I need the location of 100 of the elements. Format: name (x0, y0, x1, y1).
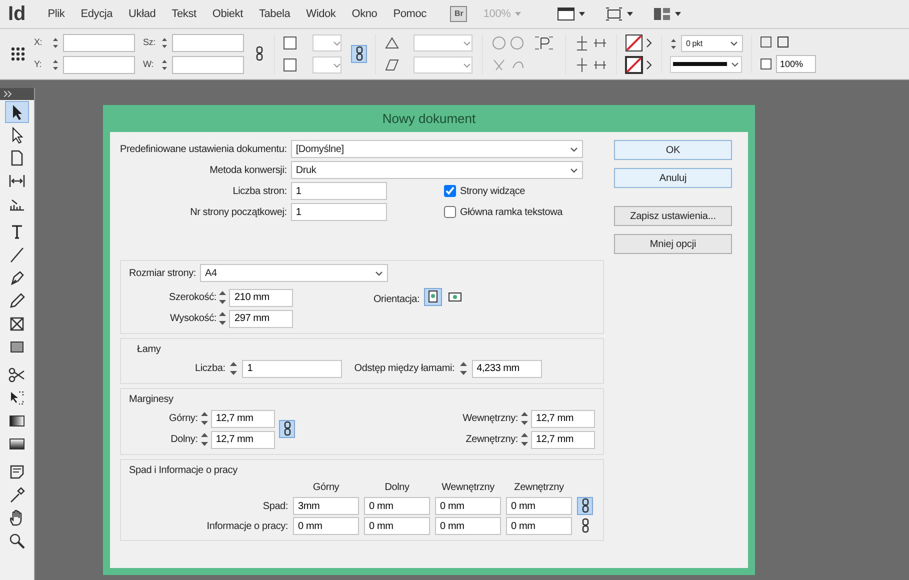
spinner-arrows[interactable] (161, 58, 168, 72)
opacity-field[interactable]: 100% (776, 55, 816, 73)
free-transform-icon[interactable] (8, 389, 26, 407)
spinner-arrows[interactable] (670, 36, 677, 50)
text-field[interactable]: 0 mm (506, 497, 572, 515)
number-field[interactable] (172, 34, 244, 52)
link-toggle[interactable] (278, 420, 295, 438)
search-icon[interactable] (8, 532, 26, 550)
collapse-icon[interactable] (4, 91, 12, 97)
field-label: Wewnętrzny: (462, 412, 518, 426)
menu-item[interactable]: Tekst (172, 6, 196, 22)
scale-icon[interactable] (283, 34, 343, 52)
screen-mode-icon[interactable] (556, 7, 575, 21)
fill-swatch-icon[interactable] (625, 34, 653, 52)
pencil-tool-icon[interactable] (8, 292, 26, 310)
text-field[interactable]: 0 mm (435, 517, 501, 535)
note-tool-icon[interactable] (8, 463, 26, 481)
number-field[interactable]: 12,7 mm (531, 430, 595, 448)
field-label: Dolny: (170, 433, 198, 447)
number-field[interactable]: 210 mm (229, 288, 294, 306)
column-header: Dolny (384, 481, 410, 495)
field-label: Y: (34, 58, 43, 72)
dialog-button[interactable]: Mniej opcji (614, 234, 732, 254)
field-label: Informacje o pracy: (206, 520, 288, 534)
text-field[interactable]: 0 mm (435, 497, 501, 515)
dialog-button[interactable]: Zapisz ustawienia... (614, 206, 732, 226)
caret-icon (514, 12, 521, 16)
stroke-type-dropdown[interactable] (670, 56, 742, 73)
menu-item[interactable]: Obiekt (212, 6, 243, 22)
line-tool-icon[interactable] (8, 246, 26, 264)
number-field[interactable]: 1 (290, 203, 387, 221)
stroke-weight-dropdown[interactable]: 0 pkt (681, 35, 743, 52)
view-options-icon[interactable] (604, 7, 623, 21)
link-toggle[interactable] (577, 497, 593, 515)
arrange-icon[interactable] (652, 7, 671, 21)
menu-item[interactable]: Edycja (80, 6, 113, 22)
group-legend: Marginesy (129, 394, 174, 405)
opacity-icon (760, 58, 772, 70)
number-field[interactable]: 12,7 mm (210, 410, 275, 428)
chevron-icon (570, 146, 578, 152)
checkbox-text: Główna ramka tekstowa (460, 206, 563, 220)
number-field[interactable]: 4,233 mm (472, 360, 542, 378)
rotate-field-icon[interactable] (384, 34, 474, 52)
menu-item[interactable]: Tabela (258, 6, 290, 22)
eyedropper-icon[interactable] (8, 486, 26, 504)
scissors-icon[interactable] (8, 366, 26, 384)
gap-tool-icon[interactable] (8, 172, 26, 190)
menu-item[interactable]: Okno (352, 6, 378, 22)
text-field[interactable]: 0 mm (293, 517, 359, 535)
number-field[interactable]: 297 mm (229, 310, 294, 328)
stroke-swatch-icon[interactable] (625, 56, 653, 74)
dialog-button[interactable]: OK (614, 140, 732, 160)
portrait-page-icon (426, 290, 440, 304)
field-label: Szerokość: (169, 291, 216, 305)
number-field[interactable]: 12,7 mm (531, 410, 595, 428)
number-field[interactable]: 1 (290, 182, 387, 200)
frame-tool-icon[interactable] (8, 315, 26, 333)
spinner-arrows[interactable] (52, 36, 59, 50)
preset-dropdown[interactable]: [Domyślne] (290, 140, 583, 158)
menu-item[interactable]: Pomoc (393, 6, 426, 22)
text-field[interactable]: 3mm (293, 497, 359, 515)
menu-item[interactable]: Plik (48, 6, 65, 22)
checkbox-text: Strony widzące (460, 184, 526, 198)
reference-point-icon[interactable] (10, 46, 26, 62)
spinner-arrows[interactable] (161, 36, 168, 50)
checkbox-label[interactable]: Główna ramka tekstowa (444, 204, 604, 220)
text-field[interactable]: 0 mm (506, 517, 572, 535)
field-label: Orientacja: (373, 293, 420, 307)
number-field[interactable]: 1 (242, 360, 342, 378)
field-label: Zewnętrzny: (464, 433, 518, 447)
intent-dropdown[interactable]: Druk (290, 161, 583, 179)
landscape-page-icon (448, 290, 462, 304)
field-label: Liczba: (195, 362, 226, 376)
caret-icon (578, 12, 585, 16)
text-field[interactable]: 0 mm (364, 517, 430, 535)
checkbox[interactable] (444, 206, 456, 218)
checkbox[interactable] (444, 185, 456, 197)
menu-item[interactable]: Widok (306, 6, 336, 22)
field-label: Metoda konwersji: (208, 164, 287, 178)
field-label: W: (143, 58, 154, 72)
shear-field-icon[interactable] (384, 56, 474, 74)
scale-icon[interactable] (283, 56, 343, 74)
checkbox-label[interactable]: Strony widzące (444, 184, 604, 198)
text-field[interactable]: 0 mm (364, 497, 430, 515)
group-legend: Spad i Informacje o pracy (129, 465, 238, 476)
number-field[interactable] (63, 56, 135, 74)
field-label: Predefiniowane ustawienia dokumentu: (120, 142, 287, 156)
constrain-link-icon[interactable] (351, 45, 367, 63)
number-field[interactable] (172, 56, 244, 74)
page-size-dropdown[interactable]: A4 (200, 264, 388, 282)
pen-tool-icon[interactable] (8, 269, 26, 287)
bridge-button[interactable]: Br (450, 6, 468, 22)
field-label: Spad: (262, 500, 288, 514)
number-field[interactable]: 12,7 mm (210, 430, 275, 448)
number-field[interactable] (63, 34, 135, 52)
caret-icon (626, 12, 633, 16)
spinner-arrows[interactable] (52, 58, 59, 72)
orientation-button[interactable] (424, 288, 442, 306)
dialog-button[interactable]: Anuluj (614, 168, 732, 188)
menu-item[interactable]: Układ (128, 6, 156, 22)
